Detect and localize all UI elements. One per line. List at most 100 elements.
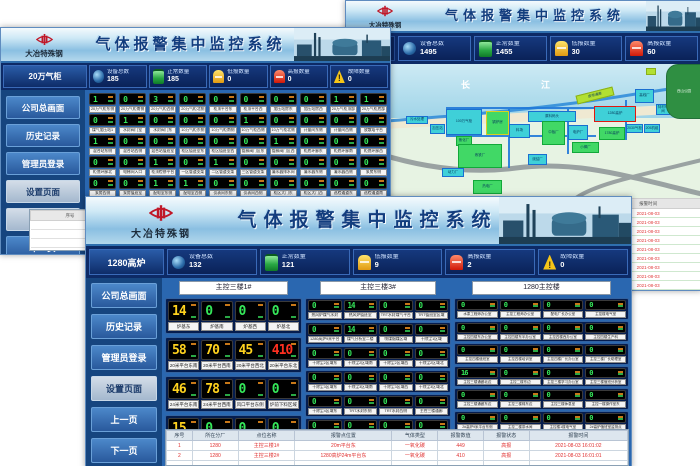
led-display: 0 — [344, 372, 378, 383]
led-value: 1 — [150, 179, 157, 188]
map-block-1780高炉[interactable]: 1780高炉 — [599, 127, 625, 140]
map-block-动力厂[interactable]: 动力厂 — [442, 168, 464, 177]
map-block-热电厂[interactable]: 热电厂 — [473, 180, 502, 194]
map-block-烧结厂[interactable]: 烧结厂 — [528, 154, 547, 165]
led-value: 0 — [458, 414, 464, 422]
led-value: 0 — [180, 116, 187, 125]
map-block-1280高炉[interactable]: 1280高炉 — [594, 106, 636, 122]
map-block-电炉厂[interactable]: 电炉厂 — [568, 125, 588, 140]
sensor-label: 20米平台东南 — [168, 361, 199, 370]
sensor-label: 混合站值班室 — [149, 148, 176, 155]
led-value: 0 — [416, 301, 423, 310]
sidebar-item-历史记录[interactable]: 历史记录 — [91, 314, 157, 339]
sensor-cell: 0主控三楼梯东边 — [500, 390, 541, 408]
status-value: 0 — [227, 76, 249, 84]
sensor-label: 热风炉煤气水封 — [308, 312, 342, 319]
map-block-西山公园[interactable]: 西山公园 — [666, 64, 700, 119]
sidebar-item-历史记录[interactable]: 历史记录 — [6, 124, 80, 147]
map-block-2030气柜[interactable]: 2030气柜 — [626, 124, 643, 133]
led-display: 1 — [270, 135, 297, 147]
map-block-炼铁厂[interactable]: 炼铁厂 — [458, 144, 502, 168]
sensor-cell: 0主控楼1楼电气室 — [543, 413, 584, 430]
sensor-label: 干除尘1区域 — [415, 336, 449, 343]
map-block-205机组[interactable]: 205机组 — [644, 124, 660, 133]
led-value: 0 — [361, 137, 368, 146]
sensor-label: 20米平台西南 — [201, 361, 232, 370]
led-value: 0 — [202, 421, 212, 430]
sensor-cell: 120万气柜顶部 — [330, 93, 357, 113]
led-value: 0 — [269, 421, 279, 430]
titlebar[interactable]: 大冶特殊钢 气体报警集中监控系统 — [346, 1, 700, 33]
map-block-高线厂[interactable]: 高线厂 — [635, 89, 654, 103]
sensor-cell: 1混合站东侧 — [89, 135, 116, 155]
sidebar-item-管理员登录[interactable]: 管理员登录 — [6, 152, 80, 175]
sidebar-item-管理员登录[interactable]: 管理员登录 — [91, 345, 157, 370]
sensor-label: 煤气加压站1 — [89, 127, 116, 134]
led-display: 0 — [308, 324, 342, 335]
led-display: 45 — [235, 340, 266, 360]
map-block-加压站[interactable]: 加压站 — [430, 124, 445, 134]
led-display: 0 — [209, 177, 236, 189]
sensor-cell: 0柜区大门西 — [300, 177, 327, 197]
led-display: 0 — [201, 301, 232, 321]
led-display: 0 — [235, 379, 266, 399]
sensor-label: 主控三楼休息室 — [543, 401, 584, 408]
led-value: 0 — [458, 324, 464, 332]
sensor-cell: 110万气柜西侧 — [240, 114, 267, 134]
led-value: 0 — [180, 158, 187, 167]
sensor-label: 主控三楼通廊东边 — [457, 401, 498, 408]
led-value: 0 — [380, 325, 387, 334]
status-box-low: 低报数量30 — [550, 36, 623, 61]
sensor-cell: 0计量间东侧 — [300, 114, 327, 134]
table-cell: 410 — [438, 451, 484, 461]
map-block-小棒厂[interactable]: 小棒厂 — [572, 142, 599, 153]
led-display: 0 — [89, 156, 116, 168]
titlebar[interactable]: 大冶特殊钢 气体报警集中监控系统 — [1, 28, 390, 63]
map-block-锅炉房[interactable]: 锅炉房 — [486, 111, 509, 135]
sensor-group: 0干除尘3区域东0干除尘3区域南0干除尘3区域西0干除尘3区域北 — [305, 370, 451, 393]
sensor-label: 主控二楼东边 — [500, 379, 541, 386]
sensor-cell: 1管廊阀门区西 — [270, 135, 297, 155]
sidebar-item-设置页面[interactable]: 设置页面 — [91, 376, 157, 401]
sensor-cell: 7020米平台西南 — [201, 340, 232, 370]
led-value: 0 — [544, 414, 550, 422]
map-block-料场[interactable]: 料场 — [509, 124, 530, 138]
sensor-cell: 0三区管道支架 — [240, 156, 267, 176]
sidebar-item-上一页[interactable]: 上一页 — [91, 407, 157, 432]
plant-map: 长 江 100万气柜锅炉房加压站污水处理焦化厂炼铁厂料场原料码头中板厂电炉厂小棒… — [346, 64, 700, 198]
led-display: 0 — [415, 348, 449, 359]
sensor-cell: 16主控三楼通廊北边 — [457, 368, 498, 386]
sidebar-item-公司总画面[interactable]: 公司总画面 — [91, 283, 157, 308]
sensor-cell: 4624米平台东南 — [168, 379, 199, 409]
led-value: 0 — [345, 349, 352, 358]
sidebar-item-公司总画面[interactable]: 公司总画面 — [6, 96, 80, 119]
sensor-label: 20米平台西北 — [235, 361, 266, 370]
status-box-low: 低报数量0 — [209, 65, 267, 88]
sidebar-item-设置页面[interactable]: 设置页面 — [6, 180, 80, 203]
led-value: 0 — [90, 116, 97, 125]
sensor-cell: 0主控三楼学习办公室 — [543, 368, 584, 386]
alarm-table[interactable]: 序号所在分厂点位名称报警点位置气体类型报警数值报警状态报警时间11280主控三楼… — [165, 429, 629, 466]
map-block-100万气柜[interactable]: 100万气柜 — [446, 109, 482, 135]
led-value: 0 — [241, 137, 248, 146]
led-display: 0 — [543, 368, 584, 378]
sensor-cell: 5820米平台东南 — [168, 340, 199, 370]
sensor-cell: 0干除尘2区域南 — [344, 348, 378, 367]
map-block-area[interactable] — [646, 68, 656, 75]
sensor-cell: 0干除尘4区域东 — [308, 396, 342, 415]
titlebar[interactable]: 大冶特殊钢 气体报警集中监控系统 — [86, 197, 631, 246]
high-icon — [274, 70, 285, 83]
sidebar: 公司总画面历史记录管理员登录设置页面上一页下一页 — [86, 278, 162, 466]
plant-photo — [294, 28, 390, 61]
map-block-污水处理[interactable]: 污水处理 — [406, 116, 428, 124]
map-block-中板厂[interactable]: 中板厂 — [542, 121, 565, 145]
sensor-label: 炉基东 — [168, 322, 199, 331]
sidebar-item-下一页[interactable]: 下一页 — [91, 438, 157, 463]
led-display: 0 — [543, 323, 584, 333]
sensor-cell: 0主控工程师办公室 — [500, 300, 541, 318]
sensor-cell: 0主控楼电气室 — [585, 300, 626, 318]
led-value: 0 — [301, 158, 308, 167]
sensor-cell: 0TRT本体区域 — [344, 420, 378, 429]
led-display: 0 — [300, 114, 327, 126]
status-value: 121 — [282, 261, 306, 270]
